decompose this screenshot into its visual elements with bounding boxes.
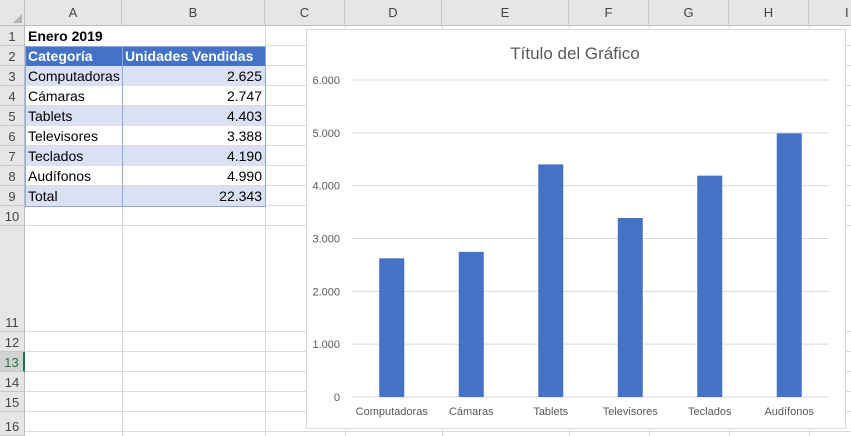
y-tick-label: 1.000 xyxy=(312,339,340,351)
x-tick-label: Teclados xyxy=(688,406,732,418)
y-tick-label: 4.000 xyxy=(312,181,340,193)
row-header-6[interactable]: 6 xyxy=(0,126,25,146)
select-all-corner[interactable] xyxy=(0,0,25,26)
y-tick-label: 5.000 xyxy=(312,128,340,140)
column-header-g[interactable]: G xyxy=(649,0,729,26)
row-header-7[interactable]: 7 xyxy=(0,146,25,166)
row-header-10[interactable]: 10 xyxy=(0,206,25,226)
y-tick-label: 6.000 xyxy=(312,75,340,87)
row-header-14[interactable]: 14 xyxy=(0,372,25,392)
row-header-2[interactable]: 2 xyxy=(0,46,25,66)
bar-chart[interactable]: Título del Gráfico 0 1.000 2.000 3.000 4.000… xyxy=(306,29,846,429)
x-tick-label: Computadoras xyxy=(356,406,429,418)
column-header-e[interactable]: E xyxy=(442,0,569,26)
column-header-h[interactable]: H xyxy=(729,0,809,26)
sheet-title-cell[interactable]: Enero 2019 xyxy=(25,26,265,46)
units-cell[interactable]: 4.190 xyxy=(122,146,265,166)
bar-cámaras[interactable] xyxy=(458,251,484,397)
row-header-13-active[interactable]: 13 xyxy=(0,352,25,372)
x-tick-label: Televisores xyxy=(603,406,659,418)
category-cell[interactable]: Televisores xyxy=(25,126,122,146)
units-cell[interactable]: 2.625 xyxy=(122,66,265,86)
x-tick-label: Tablets xyxy=(533,406,568,418)
bar-computadoras[interactable] xyxy=(379,258,405,397)
grid-line xyxy=(265,26,266,436)
row-header-5[interactable]: 5 xyxy=(0,106,25,126)
row-header-16[interactable]: 16 xyxy=(0,412,25,436)
row-header-1[interactable]: 1 xyxy=(0,26,25,46)
units-cell[interactable]: 2.747 xyxy=(122,86,265,106)
header-category-cell[interactable]: Categoría xyxy=(25,46,122,66)
category-cell[interactable]: Cámaras xyxy=(25,86,122,106)
category-cell[interactable]: Computadoras xyxy=(25,66,122,86)
bar-teclados[interactable] xyxy=(697,175,723,397)
category-cell[interactable]: Teclados xyxy=(25,146,122,166)
total-label-cell[interactable]: Total xyxy=(25,186,122,206)
grid-line xyxy=(25,431,851,432)
column-header-a[interactable]: A xyxy=(25,0,122,26)
chart-canvas: Título del Gráfico 0 1.000 2.000 3.000 4.000… xyxy=(312,44,829,418)
row-header-4[interactable]: 4 xyxy=(0,86,25,106)
x-tick-label: Cámaras xyxy=(449,406,494,418)
row-header-11[interactable]: 11 xyxy=(0,226,25,332)
units-cell[interactable]: 3.388 xyxy=(122,126,265,146)
column-header-b[interactable]: B xyxy=(122,0,265,26)
header-units-cell[interactable]: Unidades Vendidas xyxy=(122,46,265,66)
y-tick-label: 0 xyxy=(334,392,340,404)
row-header-12[interactable]: 12 xyxy=(0,332,25,352)
y-tick-label: 3.000 xyxy=(312,234,340,246)
category-cell[interactable]: Tablets xyxy=(25,106,122,126)
bar-audífonos[interactable] xyxy=(776,133,802,397)
x-tick-label: Audífonos xyxy=(764,406,814,418)
total-value-cell[interactable]: 22.343 xyxy=(122,186,265,206)
row-header-3[interactable]: 3 xyxy=(0,66,25,86)
column-header-c[interactable]: C xyxy=(265,0,345,26)
chart-title: Título del Gráfico xyxy=(510,44,639,63)
table-column-separator xyxy=(122,46,123,207)
row-header-8[interactable]: 8 xyxy=(0,166,25,186)
column-header-f[interactable]: F xyxy=(569,0,649,26)
column-header-i[interactable]: I xyxy=(809,0,851,26)
units-cell[interactable]: 4.990 xyxy=(122,166,265,186)
y-tick-label: 2.000 xyxy=(312,286,340,298)
units-cell[interactable]: 4.403 xyxy=(122,106,265,126)
column-header-d[interactable]: D xyxy=(345,0,442,26)
bar-televisores[interactable] xyxy=(617,218,643,397)
row-header-9[interactable]: 9 xyxy=(0,186,25,206)
bar-tablets[interactable] xyxy=(538,164,564,397)
row-header-15[interactable]: 15 xyxy=(0,392,25,412)
spreadsheet: A B C D E F G H I 1 2 3 4 5 6 7 8 9 10 1… xyxy=(0,0,851,436)
category-cell[interactable]: Audífonos xyxy=(25,166,122,186)
